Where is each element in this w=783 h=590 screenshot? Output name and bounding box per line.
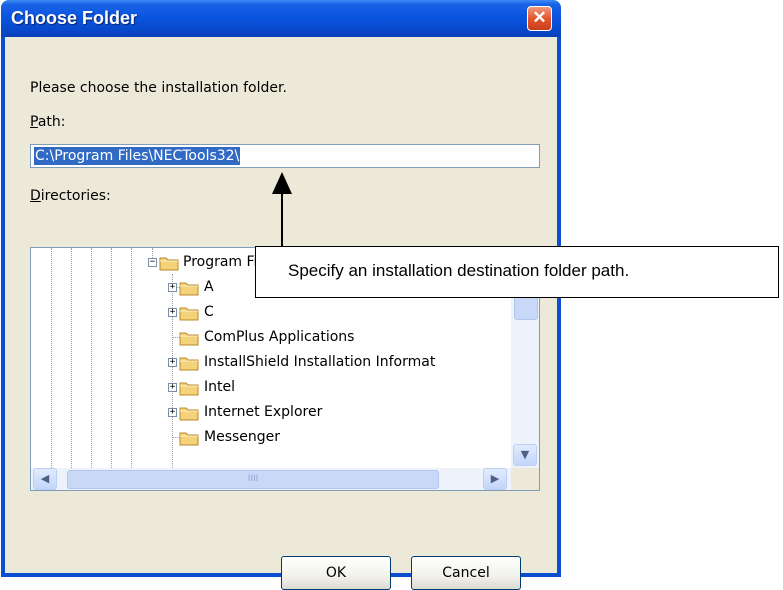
tree-guide-line bbox=[111, 248, 112, 468]
cancel-button[interactable]: Cancel bbox=[411, 556, 521, 590]
annotation-arrow-head bbox=[272, 172, 292, 194]
chevron-down-icon: ▼ bbox=[520, 448, 530, 461]
path-input-value: C:\Program Files\NECTools32\ bbox=[34, 147, 241, 165]
ok-button[interactable]: OK bbox=[281, 556, 391, 590]
tree-guide-line bbox=[131, 248, 132, 468]
tree-guide-line bbox=[91, 248, 92, 468]
title-bar[interactable]: Choose Folder ✕ bbox=[1, 0, 561, 37]
folder-icon bbox=[179, 282, 199, 296]
tree-guide-line bbox=[51, 248, 52, 468]
scroll-grip-icon: IIII bbox=[247, 474, 259, 484]
path-input[interactable]: C:\Program Files\NECTools32\ bbox=[30, 144, 540, 168]
annotation-text: Specify an installation destination fold… bbox=[288, 261, 630, 280]
close-icon: ✕ bbox=[532, 8, 547, 27]
tree-node-label: Intel bbox=[204, 379, 235, 395]
horizontal-scrollbar[interactable]: ◀ IIII ▶ bbox=[31, 468, 511, 490]
path-label-accelerator: P bbox=[30, 114, 38, 130]
tree-node-label: ComPlus Applications bbox=[204, 329, 355, 345]
annotation-arrow-line bbox=[281, 192, 283, 246]
expand-icon[interactable]: + bbox=[168, 283, 177, 292]
directories-label-accelerator: D bbox=[30, 188, 41, 204]
tree-node-label: A bbox=[204, 279, 214, 295]
folder-icon bbox=[179, 432, 199, 446]
expand-icon[interactable]: + bbox=[168, 408, 177, 417]
scrollbar-corner bbox=[511, 468, 539, 490]
scroll-right-button[interactable]: ▶ bbox=[483, 468, 507, 490]
directories-label: Directories: bbox=[30, 188, 111, 204]
chevron-right-icon: ▶ bbox=[490, 472, 500, 485]
instruction-text: Please choose the installation folder. bbox=[30, 80, 287, 96]
chevron-left-icon: ◀ bbox=[40, 472, 50, 485]
horizontal-scroll-thumb[interactable]: IIII bbox=[67, 470, 439, 489]
path-label-text: ath: bbox=[37, 114, 66, 130]
folder-icon bbox=[179, 332, 199, 346]
tree-node-label: InstallShield Installation Informat bbox=[204, 354, 436, 370]
expand-icon[interactable]: + bbox=[168, 383, 177, 392]
folder-icon bbox=[179, 407, 199, 421]
folder-icon bbox=[159, 257, 179, 271]
path-label: Path: bbox=[30, 114, 66, 130]
tree-guide-line bbox=[172, 274, 173, 468]
annotation-callout: Specify an installation destination fold… bbox=[255, 246, 779, 298]
tree-node-label: Internet Explorer bbox=[204, 404, 323, 420]
tree-node-label: Messenger bbox=[204, 429, 281, 445]
expand-icon[interactable]: + bbox=[168, 358, 177, 367]
folder-icon bbox=[179, 307, 199, 321]
dialog-title: Choose Folder bbox=[11, 8, 138, 28]
folder-icon bbox=[179, 382, 199, 396]
directories-label-text: irectories: bbox=[40, 188, 111, 204]
scroll-left-button[interactable]: ◀ bbox=[33, 468, 57, 490]
tree-node-label: C bbox=[204, 304, 214, 320]
dialog-body: Please choose the installation folder. P… bbox=[5, 37, 557, 590]
scroll-down-button[interactable]: ▼ bbox=[513, 444, 537, 466]
expand-icon[interactable]: + bbox=[168, 308, 177, 317]
close-button[interactable]: ✕ bbox=[527, 6, 552, 31]
collapse-icon[interactable]: − bbox=[148, 258, 157, 267]
tree-guide-line bbox=[71, 248, 72, 468]
folder-icon bbox=[179, 357, 199, 371]
